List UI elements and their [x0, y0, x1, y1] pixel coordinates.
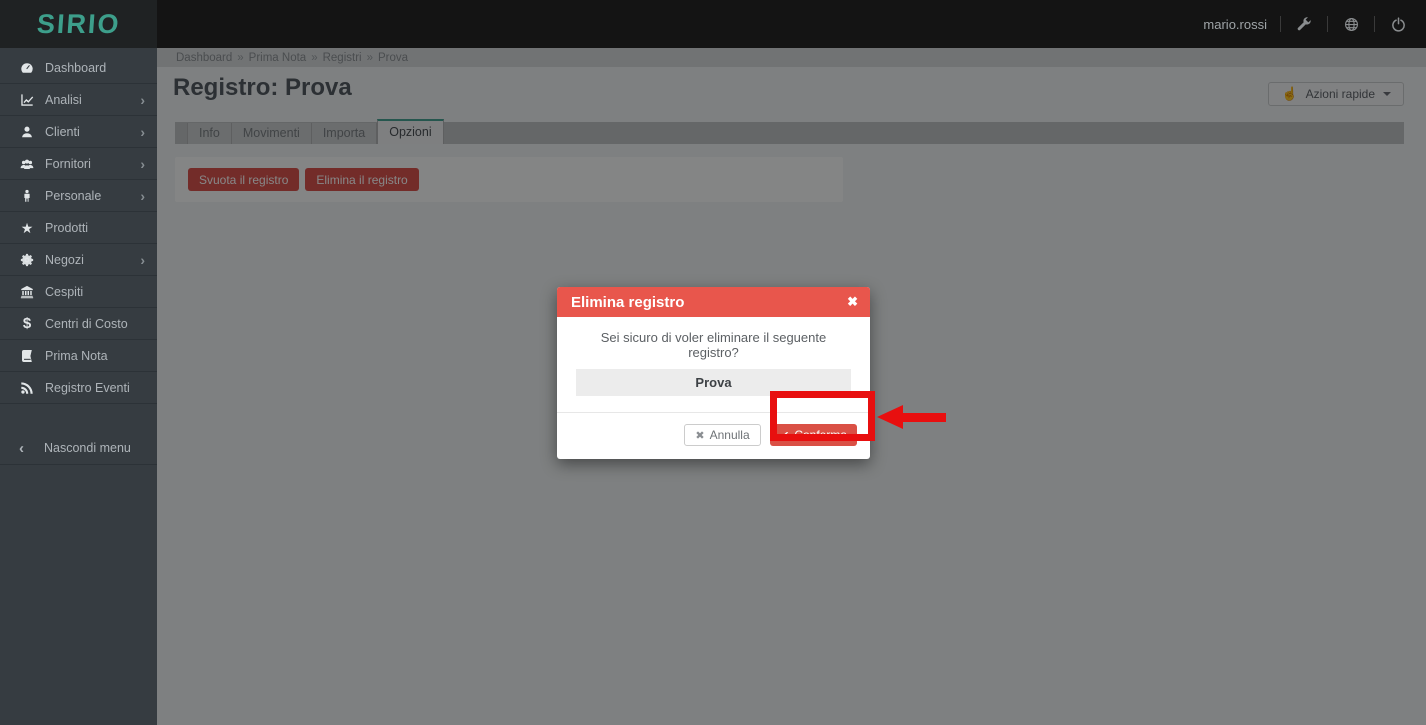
power-icon[interactable] — [1388, 14, 1408, 34]
modal-footer: ✖ Annulla ✔ Conferma — [557, 412, 870, 459]
confirm-button[interactable]: ✔ Conferma — [770, 424, 857, 446]
sidebar-item-prodotti[interactable]: ★ Prodotti — [0, 212, 157, 244]
sidebar-item-label: Fornitori — [45, 156, 91, 171]
chevron-right-icon: › — [140, 91, 145, 108]
close-icon[interactable]: ✖ — [847, 287, 858, 317]
chevron-right-icon: › — [140, 155, 145, 172]
sidebar-item-registro-eventi[interactable]: Registro Eventi — [0, 372, 157, 404]
app-root: SIRIO mario.rossi Dashboard Analisi › Cl… — [0, 0, 1426, 725]
chevron-right-icon: › — [140, 251, 145, 268]
sidebar-item-label: Negozi — [45, 252, 84, 267]
cancel-button[interactable]: ✖ Annulla — [684, 424, 761, 446]
sidebar-item-fornitori[interactable]: Fornitori › — [0, 148, 157, 180]
sidebar-item-label: Personale — [45, 188, 102, 203]
sidebar-item-label: Dashboard — [45, 60, 107, 75]
modal-body: Sei sicuro di voler eliminare il seguent… — [557, 317, 870, 396]
sidebar-item-clienti[interactable]: Clienti › — [0, 116, 157, 148]
sidebar-item-label: Cespiti — [45, 284, 84, 299]
sidebar-divider — [0, 464, 157, 465]
sidebar-item-label: Centri di Costo — [45, 316, 128, 331]
chevron-left-icon: ‹ — [19, 439, 24, 457]
modal-title: Elimina registro — [571, 293, 685, 311]
sidebar-item-analisi[interactable]: Analisi › — [0, 84, 157, 116]
sidebar-item-personale[interactable]: Personale › — [0, 180, 157, 212]
username[interactable]: mario.rossi — [1203, 17, 1267, 32]
topbar-right: mario.rossi — [1203, 0, 1408, 48]
book-icon — [19, 348, 35, 364]
confirm-label: Conferma — [794, 428, 847, 442]
sidebar-item-label: Prodotti — [45, 220, 89, 235]
registry-name-box: Prova — [576, 369, 851, 396]
topbar-divider — [1327, 16, 1328, 32]
sidebar-item-negozi[interactable]: Negozi › — [0, 244, 157, 276]
app-logo-text: SIRIO — [35, 8, 122, 39]
users-icon — [19, 156, 35, 172]
sidebar-item-centri-di-costo[interactable]: $ Centri di Costo — [0, 308, 157, 340]
topbar-divider — [1374, 16, 1375, 32]
wrench-icon[interactable] — [1294, 14, 1314, 34]
delete-registry-modal: Elimina registro ✖ Sei sicuro di voler e… — [557, 287, 870, 459]
sidebar-item-dashboard[interactable]: Dashboard — [0, 52, 157, 84]
topbar-divider — [1280, 16, 1281, 32]
check-icon: ✔ — [780, 430, 790, 442]
person-icon — [19, 188, 35, 204]
sidebar-item-label: Registro Eventi — [45, 380, 130, 395]
app-logo[interactable]: SIRIO — [0, 0, 157, 48]
cancel-label: Annulla — [709, 428, 750, 442]
sidebar: Dashboard Analisi › Clienti › Fornitori … — [0, 48, 157, 725]
star-icon: ★ — [20, 219, 34, 236]
sidebar-item-prima-nota[interactable]: Prima Nota — [0, 340, 157, 372]
topbar: SIRIO mario.rossi — [0, 0, 1426, 48]
bank-icon — [19, 284, 35, 300]
sidebar-collapse-button[interactable]: ‹ Nascondi menu — [0, 432, 157, 464]
tachometer-icon — [19, 60, 35, 76]
modal-question: Sei sicuro di voler eliminare il seguent… — [600, 330, 827, 360]
rss-icon — [19, 380, 35, 396]
sidebar-item-label: Prima Nota — [45, 348, 108, 363]
user-icon — [19, 124, 35, 140]
chevron-right-icon: › — [140, 187, 145, 204]
sidebar-item-cespiti[interactable]: Cespiti — [0, 276, 157, 308]
sidebar-item-label: Clienti — [45, 124, 80, 139]
line-chart-icon — [19, 92, 35, 108]
x-icon: ✖ — [695, 430, 705, 442]
sidebar-collapse-label: Nascondi menu — [44, 441, 131, 455]
dollar-icon: $ — [22, 314, 32, 332]
chevron-right-icon: › — [140, 123, 145, 140]
sidebar-item-label: Analisi — [45, 92, 82, 107]
globe-icon[interactable] — [1341, 14, 1361, 34]
modal-header: Elimina registro ✖ — [557, 287, 870, 317]
gear-icon — [19, 252, 35, 268]
